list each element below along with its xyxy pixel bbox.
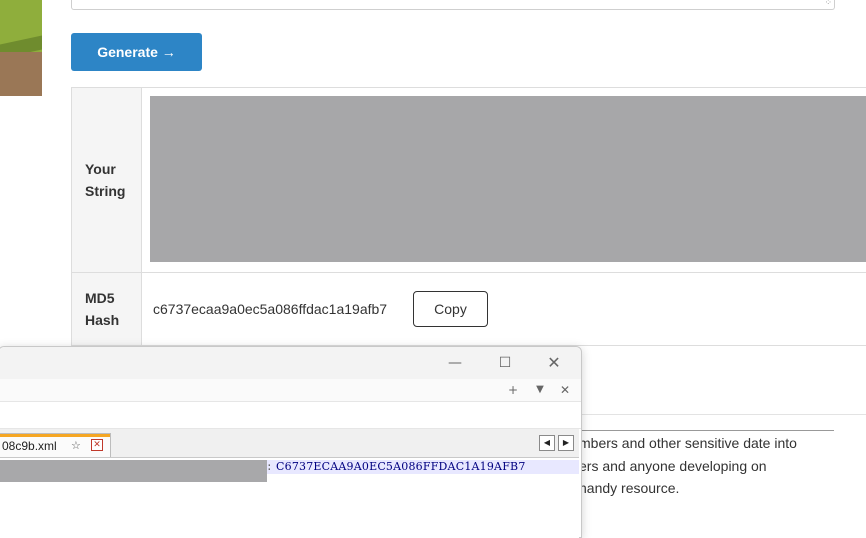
editor-gutter-selection <box>0 460 267 482</box>
md5-hash-label: MD5 Hash <box>72 273 141 345</box>
result-table: Your String MD5 Hash c6737ecaa9a0ec5a086… <box>71 87 866 346</box>
minimize-button[interactable]: — <box>437 351 473 375</box>
tab-list-button[interactable]: ▼ <box>531 382 549 398</box>
thumbnail-image <box>0 0 42 96</box>
section-divider <box>575 430 834 431</box>
scroll-left-button[interactable]: ◀ <box>539 435 555 451</box>
copy-button[interactable]: Copy <box>413 291 488 327</box>
code-line: C6737ECAA9A0EC5A086FFDAC1A19AFB7 <box>276 460 526 473</box>
caret-icon: : <box>266 460 273 473</box>
your-string-label-text: Your String <box>85 161 126 199</box>
generate-button[interactable]: Generate → <box>71 33 202 71</box>
article-text-line: ers and anyone developing on <box>579 458 767 474</box>
article-text-line: mbers and other sensitive date into <box>579 435 797 451</box>
tab-scroll-arrows: ◀ ▶ <box>539 435 575 451</box>
editor-content[interactable]: : C6737ECAA9A0EC5A086FFDAC1A19AFB7 <box>0 458 579 538</box>
scroll-right-button[interactable]: ▶ <box>558 435 574 451</box>
input-textarea[interactable]: ⁘ <box>71 0 835 10</box>
thumbnail-dirt <box>0 52 42 96</box>
md5-hash-label-text: MD5 Hash <box>85 290 120 328</box>
resize-grip-icon[interactable]: ⁘ <box>824 0 832 8</box>
file-tab[interactable]: 08c9b.xml ☆ ✕ <box>0 433 111 457</box>
md5-hash-value: c6737ecaa9a0ec5a086ffdac1a19afb7 <box>153 301 388 317</box>
your-string-value <box>150 96 866 262</box>
maximize-button[interactable]: ☐ <box>487 351 523 375</box>
your-string-label: Your String <box>72 88 141 272</box>
file-tab-label: 08c9b.xml <box>2 439 57 453</box>
column-divider <box>141 88 142 346</box>
close-window-button[interactable]: ✕ <box>536 351 572 375</box>
address-bar[interactable] <box>0 401 581 429</box>
row-divider <box>72 272 866 273</box>
article-text-line: handy resource. <box>579 480 680 496</box>
window-titlebar[interactable]: — ☐ ✕ <box>0 347 581 379</box>
new-tab-button[interactable]: + <box>504 382 522 398</box>
close-toolbar-button[interactable]: ✕ <box>556 382 574 398</box>
window-toolbar: + ▼ ✕ <box>0 379 581 401</box>
section-divider <box>575 414 866 415</box>
close-icon[interactable]: ✕ <box>91 439 103 451</box>
pin-icon[interactable]: ☆ <box>71 439 81 452</box>
editor-tabstrip: 08c9b.xml ☆ ✕ <box>0 429 579 458</box>
editor-window: — ☐ ✕ + ▼ ✕ 08c9b.xml ☆ ✕ ◀ ▶ : C6737ECA… <box>0 346 582 538</box>
